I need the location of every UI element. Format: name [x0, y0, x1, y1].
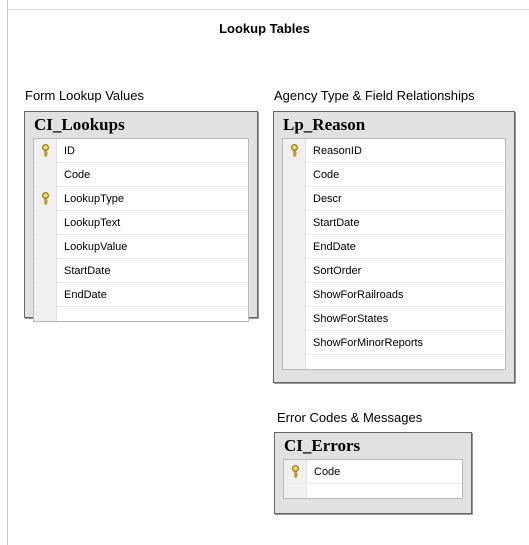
table-name: CI_Errors: [284, 436, 361, 455]
column-name: EndDate: [64, 288, 107, 301]
diagram-title: Lookup Tables: [219, 21, 310, 36]
row-selector: [34, 235, 57, 258]
row-selector: [283, 259, 306, 282]
column-name: LookupValue: [64, 240, 128, 253]
column-row[interactable]: ID: [34, 139, 248, 163]
column-row[interactable]: ShowForMinorReports: [283, 331, 505, 355]
primary-key-icon: [34, 139, 57, 162]
column-row[interactable]: LookupValue: [34, 235, 248, 259]
column-row[interactable]: ReasonID: [283, 139, 505, 163]
row-selector: [283, 235, 306, 258]
row-selector: [284, 484, 307, 498]
empty-row: [284, 484, 462, 498]
group-label-errors: Error Codes & Messages: [277, 410, 423, 425]
column-name: ShowForStates: [313, 312, 389, 325]
table-ci-errors[interactable]: CI_Errors Code: [274, 432, 472, 514]
row-selector: [283, 163, 306, 186]
column-row[interactable]: LookupType: [34, 187, 248, 211]
row-selector: [34, 307, 57, 321]
column-name: LookupText: [64, 216, 121, 229]
column-list: ID Code LookupType LookupText LookupValue Sta…: [33, 138, 249, 322]
primary-key-icon: [283, 139, 306, 162]
column-name: ShowForMinorReports: [313, 336, 424, 349]
column-row[interactable]: EndDate: [283, 235, 505, 259]
column-row[interactable]: Code: [34, 163, 248, 187]
column-row[interactable]: Code: [284, 460, 462, 484]
row-selector: [34, 283, 57, 306]
row-selector: [283, 331, 306, 354]
column-name: EndDate: [313, 240, 356, 253]
column-row[interactable]: Code: [283, 163, 505, 187]
row-selector: [34, 259, 57, 282]
row-selector: [283, 187, 306, 210]
row-selector: [283, 211, 306, 234]
table-name: CI_Lookups: [34, 115, 125, 134]
group-label-reason: Agency Type & Field Relationships: [274, 88, 475, 103]
column-name: StartDate: [64, 264, 111, 277]
column-row[interactable]: ShowForStates: [283, 307, 505, 331]
row-selector: [34, 163, 57, 186]
column-row[interactable]: StartDate: [283, 211, 505, 235]
primary-key-icon: [34, 187, 57, 210]
canvas-top-border: [7, 9, 529, 10]
column-name: ReasonID: [313, 144, 362, 157]
table-name: Lp_Reason: [283, 115, 366, 134]
row-selector: [283, 283, 306, 306]
column-row[interactable]: ShowForRailroads: [283, 283, 505, 307]
column-name: ShowForRailroads: [313, 288, 404, 301]
column-name: ID: [64, 144, 75, 157]
column-row[interactable]: EndDate: [34, 283, 248, 307]
column-name: Code: [64, 168, 91, 181]
column-row[interactable]: StartDate: [34, 259, 248, 283]
table-ci-lookups[interactable]: CI_Lookups ID Code LookupType LookupText Loo…: [24, 111, 258, 322]
row-selector: [283, 355, 306, 369]
canvas-left-border: [7, 0, 8, 545]
column-row[interactable]: LookupText: [34, 211, 248, 235]
column-name: SortOrder: [313, 264, 362, 277]
row-selector: [34, 211, 57, 234]
column-name: LookupType: [64, 192, 124, 205]
column-list: Code: [283, 459, 463, 499]
column-name: Descr: [313, 192, 342, 205]
primary-key-icon: [284, 460, 307, 483]
table-lp-reason[interactable]: Lp_Reason ReasonID Code Descr StartDate EndD…: [273, 111, 515, 383]
column-row[interactable]: Descr: [283, 187, 505, 211]
row-selector: [283, 307, 306, 330]
group-label-lookups: Form Lookup Values: [25, 88, 144, 103]
empty-row: [283, 355, 505, 369]
column-row[interactable]: SortOrder: [283, 259, 505, 283]
empty-row: [34, 307, 248, 321]
column-name: Code: [313, 168, 340, 181]
column-name: StartDate: [313, 216, 360, 229]
column-list: ReasonID Code Descr StartDate EndDate SortOrd…: [282, 138, 506, 370]
column-name: Code: [314, 465, 341, 478]
